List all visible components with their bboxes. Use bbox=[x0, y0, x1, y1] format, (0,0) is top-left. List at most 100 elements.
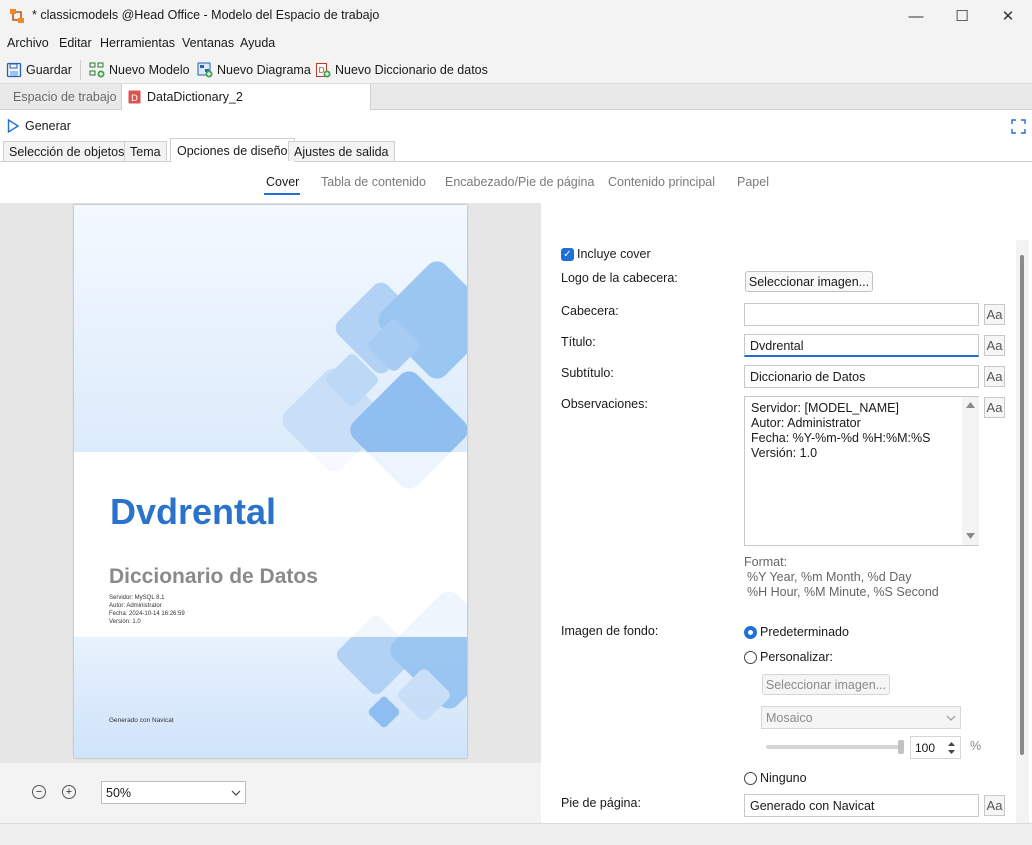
format-date-hint: %Y Year, %m Month, %d Day bbox=[747, 570, 912, 584]
minimize-button[interactable]: — bbox=[893, 0, 939, 32]
opacity-value: 100 bbox=[915, 740, 936, 755]
close-button[interactable]: ✕ bbox=[985, 0, 1031, 32]
bg-custom-label: Personalizar: bbox=[760, 650, 833, 664]
select-logo-button[interactable]: Seleccionar imagen... bbox=[745, 271, 873, 292]
subtitle-label: Subtítulo: bbox=[561, 366, 614, 380]
generate-button[interactable]: Generar bbox=[7, 119, 71, 133]
radio-selected-icon bbox=[744, 625, 757, 639]
bg-none-label: Ninguno bbox=[760, 771, 807, 785]
header-font-button[interactable]: Aa bbox=[984, 304, 1005, 325]
subtab-cover[interactable]: Cover bbox=[266, 175, 299, 189]
zoom-bar bbox=[0, 763, 541, 823]
new-dictionary-icon: D bbox=[316, 63, 331, 78]
new-model-button[interactable]: Nuevo Modelo bbox=[89, 60, 190, 80]
save-icon bbox=[6, 62, 22, 78]
header-field[interactable] bbox=[744, 303, 979, 326]
notes-font-button[interactable]: Aa bbox=[984, 397, 1005, 418]
menu-ayuda[interactable]: Ayuda bbox=[240, 36, 275, 50]
background-label: Imagen de fondo: bbox=[561, 624, 659, 638]
scroll-down-icon[interactable] bbox=[966, 533, 975, 539]
new-model-icon bbox=[89, 62, 105, 78]
new-dictionary-button[interactable]: D Nuevo Diccionario de datos bbox=[315, 60, 488, 80]
svg-text:D: D bbox=[131, 94, 138, 104]
zoom-in-button[interactable]: + bbox=[62, 785, 76, 799]
logo-label: Logo de la cabecera: bbox=[561, 271, 678, 285]
subtab-paper[interactable]: Papel bbox=[737, 175, 769, 189]
toolbar-divider bbox=[80, 60, 81, 80]
footer-label: Pie de página: bbox=[561, 796, 641, 810]
menu-ventanas[interactable]: Ventanas bbox=[182, 36, 234, 50]
save-label: Guardar bbox=[26, 63, 72, 77]
spin-arrows-icon[interactable] bbox=[947, 741, 956, 755]
new-diagram-label: Nuevo Diagrama bbox=[217, 63, 311, 77]
section-tab-divider bbox=[0, 161, 1032, 162]
subtitle-font-button[interactable]: Aa bbox=[984, 366, 1005, 387]
scroll-up-icon[interactable] bbox=[966, 402, 975, 408]
radio-icon bbox=[744, 650, 757, 664]
new-dictionary-label: Nuevo Diccionario de datos bbox=[335, 63, 488, 77]
format-time-hint: %H Hour, %M Minute, %S Second bbox=[747, 585, 939, 599]
title-field[interactable]: Dvdrental bbox=[744, 334, 979, 357]
zoom-select[interactable]: 50% bbox=[101, 781, 246, 804]
header-label: Cabecera: bbox=[561, 304, 619, 318]
settings-scrollbar-thumb[interactable] bbox=[1020, 255, 1024, 755]
tab-design-options[interactable]: Opciones de diseño bbox=[170, 138, 295, 162]
bg-mode-select[interactable]: Mosaico bbox=[761, 706, 961, 729]
bg-mode-value: Mosaico bbox=[766, 710, 813, 725]
title-label: Título: bbox=[561, 335, 596, 349]
bg-none-radio[interactable]: Ninguno bbox=[744, 771, 807, 785]
opacity-slider-handle[interactable] bbox=[898, 740, 904, 754]
notes-scrollbar[interactable] bbox=[962, 397, 979, 545]
subtab-toc[interactable]: Tabla de contenido bbox=[321, 175, 426, 189]
play-icon bbox=[7, 119, 19, 133]
window-title: * classicmodels @Head Office - Modelo de… bbox=[32, 8, 380, 22]
action-row bbox=[0, 110, 1032, 140]
tab-datadictionary[interactable]: D DataDictionary_2 bbox=[121, 84, 371, 110]
title-font-button[interactable]: Aa bbox=[984, 335, 1005, 356]
menu-herramientas[interactable]: Herramientas bbox=[100, 36, 175, 50]
new-model-label: Nuevo Modelo bbox=[109, 63, 190, 77]
footer-font-button[interactable]: Aa bbox=[984, 795, 1005, 816]
cover-background-art bbox=[74, 205, 467, 758]
menu-editar[interactable]: Editar bbox=[59, 36, 92, 50]
save-button[interactable]: Guardar bbox=[6, 60, 72, 80]
include-cover-checkbox[interactable]: ✓ Incluye cover bbox=[561, 247, 651, 261]
generate-label: Generar bbox=[25, 119, 71, 133]
menu-archivo[interactable]: Archivo bbox=[7, 36, 49, 50]
checkmark-icon: ✓ bbox=[561, 247, 574, 261]
active-subtab-indicator bbox=[264, 193, 300, 195]
tab-theme[interactable]: Tema bbox=[124, 141, 167, 161]
status-bar bbox=[0, 823, 1032, 845]
opacity-spinbox[interactable]: 100 bbox=[910, 736, 961, 759]
chevron-down-icon bbox=[231, 790, 241, 796]
bg-default-radio[interactable]: Predeterminado bbox=[744, 625, 849, 639]
tab-output-settings[interactable]: Ajustes de salida bbox=[288, 141, 395, 161]
subtab-main-content[interactable]: Contenido principal bbox=[608, 175, 715, 189]
fullscreen-icon[interactable] bbox=[1011, 119, 1026, 134]
new-diagram-icon bbox=[197, 62, 213, 78]
subtab-header-footer[interactable]: Encabezado/Pie de página bbox=[445, 175, 594, 189]
app-icon bbox=[10, 9, 24, 23]
tab-object-selection[interactable]: Selección de objetos bbox=[3, 141, 131, 161]
notes-label: Observaciones: bbox=[561, 397, 648, 411]
bg-custom-radio[interactable]: Personalizar: bbox=[744, 650, 833, 664]
cover-subtitle: Diccionario de Datos bbox=[109, 565, 318, 588]
notes-text: Servidor: [MODEL_NAME] Autor: Administra… bbox=[751, 401, 931, 460]
zoom-out-button[interactable]: − bbox=[32, 785, 46, 799]
cover-footer: Generado con Navicat bbox=[109, 717, 174, 724]
zoom-value: 50% bbox=[106, 785, 132, 800]
maximize-button[interactable]: ☐ bbox=[939, 0, 985, 32]
new-diagram-button[interactable]: Nuevo Diagrama bbox=[197, 60, 311, 80]
subtitle-field[interactable]: Diccionario de Datos bbox=[744, 365, 979, 388]
select-bg-image-button[interactable]: Seleccionar imagen... bbox=[762, 674, 890, 695]
radio-icon bbox=[744, 771, 757, 785]
opacity-unit: % bbox=[970, 739, 982, 753]
notes-textarea[interactable]: Servidor: [MODEL_NAME] Autor: Administra… bbox=[744, 396, 979, 546]
tab-workspace[interactable]: Espacio de trabajo bbox=[1, 84, 129, 110]
footer-field[interactable]: Generado con Navicat bbox=[744, 794, 979, 817]
opacity-slider-track[interactable] bbox=[766, 745, 904, 749]
tab-datadictionary-label: DataDictionary_2 bbox=[147, 90, 243, 104]
dictionary-doc-icon: D bbox=[128, 90, 141, 104]
chevron-down-icon bbox=[946, 715, 956, 721]
cover-title: Dvdrental bbox=[110, 491, 277, 532]
